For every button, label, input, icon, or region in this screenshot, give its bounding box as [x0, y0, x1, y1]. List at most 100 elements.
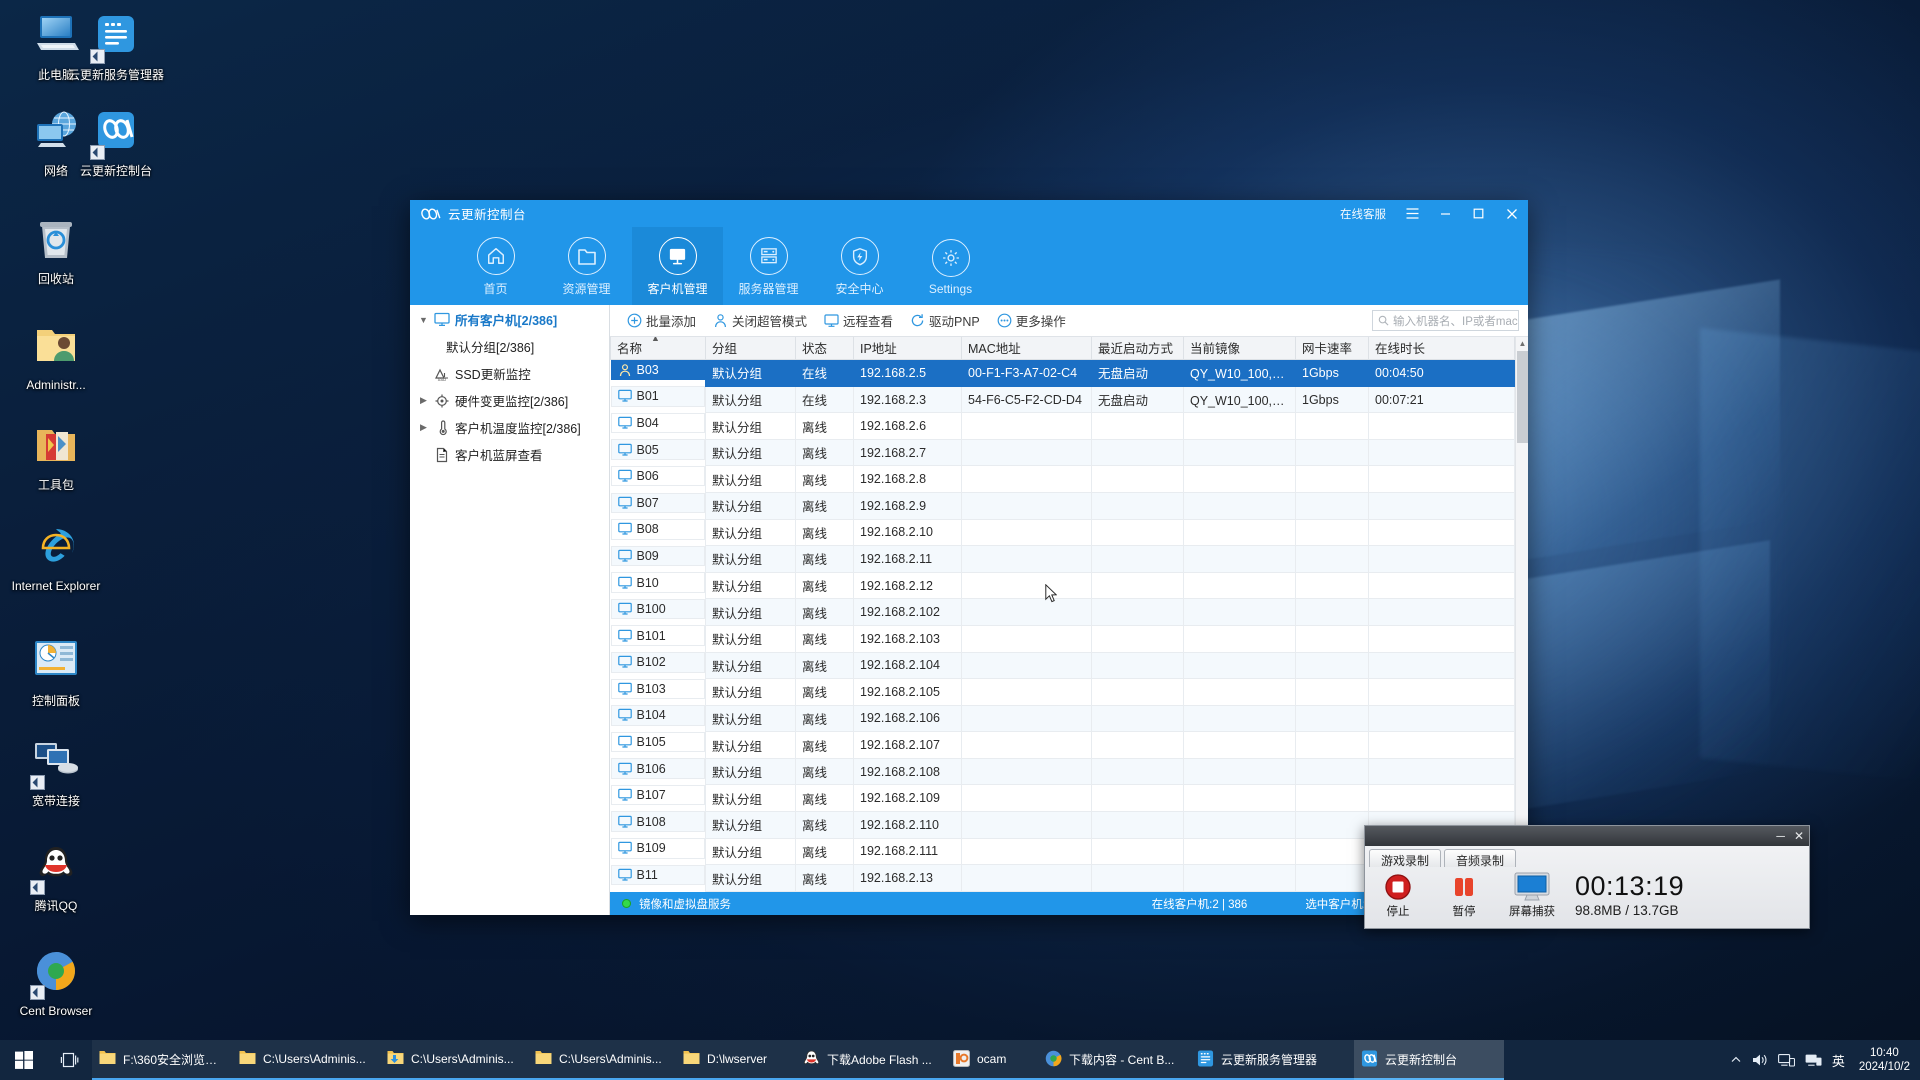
task-view-icon[interactable]: [48, 1040, 92, 1080]
table-header-7[interactable]: 当前镜像: [1184, 337, 1296, 359]
taskbar-item-7[interactable]: ocam: [946, 1040, 1038, 1080]
cell-status: 离线: [796, 546, 854, 573]
volume-icon[interactable]: [1752, 1053, 1768, 1067]
ocam-tab-1[interactable]: 游戏录制: [1369, 849, 1441, 867]
nav-tab-6[interactable]: Settings: [905, 227, 996, 305]
maximize-icon[interactable]: [1462, 200, 1495, 227]
table-row[interactable]: B05默认分组离线192.168.2.7: [611, 439, 1515, 466]
taskbar-item-6[interactable]: 下载Adobe Flash ...: [796, 1040, 946, 1080]
table-header-9[interactable]: 在线时长: [1369, 337, 1515, 359]
scroll-up-arrow[interactable]: ▲: [1516, 337, 1528, 350]
table-row[interactable]: B10默认分组离线192.168.2.12: [611, 572, 1515, 599]
online-support-link[interactable]: 在线客服: [1340, 206, 1386, 222]
desktop-icon-broadband-connection-icon[interactable]: 宽带连接: [8, 740, 104, 809]
table-header-2[interactable]: 分组: [706, 337, 796, 359]
cloud-update-console-window[interactable]: 云更新控制台 在线客服 首页资源管理客户机管理服务器管理安全中心Settings…: [410, 200, 1528, 915]
network-tray-icon[interactable]: [1778, 1053, 1795, 1067]
table-header-5[interactable]: MAC地址: [962, 337, 1092, 359]
table-header-4[interactable]: IP地址: [854, 337, 962, 359]
tree-node-6[interactable]: 客户机蓝屏查看: [410, 441, 609, 468]
ocam-minimize-icon[interactable]: ─: [1776, 830, 1785, 842]
table-row[interactable]: B03默认分组在线192.168.2.500-F1-F3-A7-02-C4无盘启…: [611, 359, 1515, 386]
mouse-cursor: [1045, 584, 1057, 603]
hamburger-menu-icon[interactable]: [1396, 200, 1429, 227]
table-header-8[interactable]: 网卡速率: [1296, 337, 1369, 359]
ime-icon[interactable]: 英: [1832, 1051, 1845, 1070]
nav-tab-3[interactable]: 客户机管理: [632, 227, 723, 305]
taskbar-item-10[interactable]: 云更新控制台: [1354, 1040, 1504, 1080]
cell-mac: 54-F6-C5-F2-CD-D4: [962, 386, 1092, 413]
nav-tab-1[interactable]: 首页: [450, 227, 541, 305]
tree-node-1[interactable]: ▼所有客户机[2/386]: [410, 306, 609, 333]
table-row[interactable]: B07默认分组离线192.168.2.9: [611, 493, 1515, 520]
desktop-icon-recycle-bin-icon[interactable]: 回收站: [8, 218, 104, 287]
desktop-icon-user-folder-icon[interactable]: Administr...: [8, 324, 104, 393]
table-row[interactable]: B104默认分组离线192.168.2.106: [611, 705, 1515, 732]
table-row[interactable]: B101默认分组离线192.168.2.103: [611, 625, 1515, 652]
desktop-icon-cloud-update-service-manager-icon[interactable]: 云更新服务管理器: [68, 14, 164, 83]
desktop-icon-cent-browser-icon[interactable]: Cent Browser: [8, 950, 104, 1019]
tree-caret-icon[interactable]: ▶: [418, 395, 429, 406]
nav-tab-4[interactable]: 服务器管理: [723, 227, 814, 305]
ocam-tab-2[interactable]: 音频录制: [1444, 849, 1516, 867]
tree-node-3[interactable]: SSDSSD更新监控: [410, 360, 609, 387]
minimize-icon[interactable]: [1429, 200, 1462, 227]
tree-caret-icon[interactable]: ▼: [418, 315, 429, 325]
taskbar-clock[interactable]: 10:40 2024/10/2: [1855, 1046, 1910, 1074]
tree-node-2[interactable]: 默认分组[2/386]: [410, 333, 609, 360]
table-header-label: 最近启动方式: [1098, 342, 1173, 356]
ocam-pause-button[interactable]: 暂停: [1435, 871, 1493, 919]
desktop-icon-internet-explorer-icon[interactable]: Internet Explorer: [8, 525, 104, 594]
close-icon[interactable]: [1495, 200, 1528, 227]
user-folder-icon: [32, 324, 80, 372]
taskbar-item-4[interactable]: C:\Users\Adminis...: [528, 1040, 676, 1080]
toolbar-button-5[interactable]: 更多操作: [990, 308, 1073, 333]
desktop-icon-tencent-qq-icon[interactable]: 腾讯QQ: [8, 845, 104, 914]
nav-tab-2[interactable]: 资源管理: [541, 227, 632, 305]
chevron-up-icon[interactable]: [1730, 1054, 1742, 1066]
desktop-icon-cloud-update-console-icon[interactable]: 云更新控制台: [68, 110, 164, 179]
action-center-icon[interactable]: [1805, 1053, 1822, 1067]
taskbar-item-3[interactable]: C:\Users\Adminis...: [380, 1040, 528, 1080]
desktop-icon-toolkit-folder-icon[interactable]: 工具包: [8, 424, 104, 493]
taskbar-item-5[interactable]: D:\lwserver: [676, 1040, 796, 1080]
taskbar-item-9[interactable]: 云更新服务管理器: [1190, 1040, 1354, 1080]
table-row[interactable]: B08默认分组离线192.168.2.10: [611, 519, 1515, 546]
ocam-stop-button[interactable]: 停止: [1369, 871, 1427, 919]
taskbar-item-2[interactable]: C:\Users\Adminis...: [232, 1040, 380, 1080]
tree-node-5[interactable]: ▶客户机温度监控[2/386]: [410, 414, 609, 441]
table-row[interactable]: B103默认分组离线192.168.2.105: [611, 679, 1515, 706]
taskbar-item-1[interactable]: F:\360安全浏览器...: [92, 1040, 232, 1080]
ocam-capture-button[interactable]: 屏幕捕获: [1501, 871, 1563, 919]
table-row[interactable]: B06默认分组离线192.168.2.8: [611, 466, 1515, 493]
table-header-3[interactable]: 状态: [796, 337, 854, 359]
scrollbar-thumb[interactable]: [1517, 351, 1528, 443]
table-row[interactable]: B102默认分组离线192.168.2.104: [611, 652, 1515, 679]
search-input[interactable]: 输入机器名、IP或者mac查...: [1372, 310, 1519, 331]
toolbar-button-2[interactable]: 关闭超管模式: [706, 308, 814, 333]
table-row[interactable]: B107默认分组离线192.168.2.109: [611, 785, 1515, 812]
toolbar-button-4[interactable]: 驱动PNP: [903, 308, 987, 333]
table-row[interactable]: B105默认分组离线192.168.2.107: [611, 732, 1515, 759]
table-row[interactable]: B106默认分组离线192.168.2.108: [611, 758, 1515, 785]
table-row[interactable]: B100默认分组离线192.168.2.102: [611, 599, 1515, 626]
cloud-update-console-icon: [92, 110, 140, 158]
table-header-6[interactable]: 最近启动方式: [1092, 337, 1184, 359]
tree-caret-icon[interactable]: ▶: [418, 422, 429, 433]
desktop-icon-label: 宽带连接: [8, 794, 104, 809]
windows-start-icon[interactable]: [0, 1040, 48, 1080]
table-row[interactable]: B09默认分组离线192.168.2.11: [611, 546, 1515, 573]
table-row[interactable]: B01默认分组在线192.168.2.354-F6-C5-F2-CD-D4无盘启…: [611, 386, 1515, 413]
desktop-icon-control-panel-icon[interactable]: 控制面板: [8, 640, 104, 709]
ocam-recorder-window[interactable]: ─ ✕ 游戏录制音频录制 停止 暂停: [1364, 825, 1810, 929]
ocam-close-icon[interactable]: ✕: [1794, 830, 1804, 842]
table-header-label: 当前镜像: [1190, 342, 1240, 356]
taskbar-item-8[interactable]: 下载内容 - Cent B...: [1038, 1040, 1190, 1080]
toolbar-button-3[interactable]: 远程查看: [817, 308, 900, 333]
toolbar-button-1[interactable]: 批量添加: [620, 308, 703, 333]
table-row[interactable]: B04默认分组离线192.168.2.6: [611, 413, 1515, 440]
nav-tab-5[interactable]: 安全中心: [814, 227, 905, 305]
tree-node-4[interactable]: ▶硬件变更监控[2/386]: [410, 387, 609, 414]
table-header-1[interactable]: 名称▲: [611, 337, 706, 359]
table-vertical-scrollbar[interactable]: ▲ ▼: [1515, 337, 1528, 892]
